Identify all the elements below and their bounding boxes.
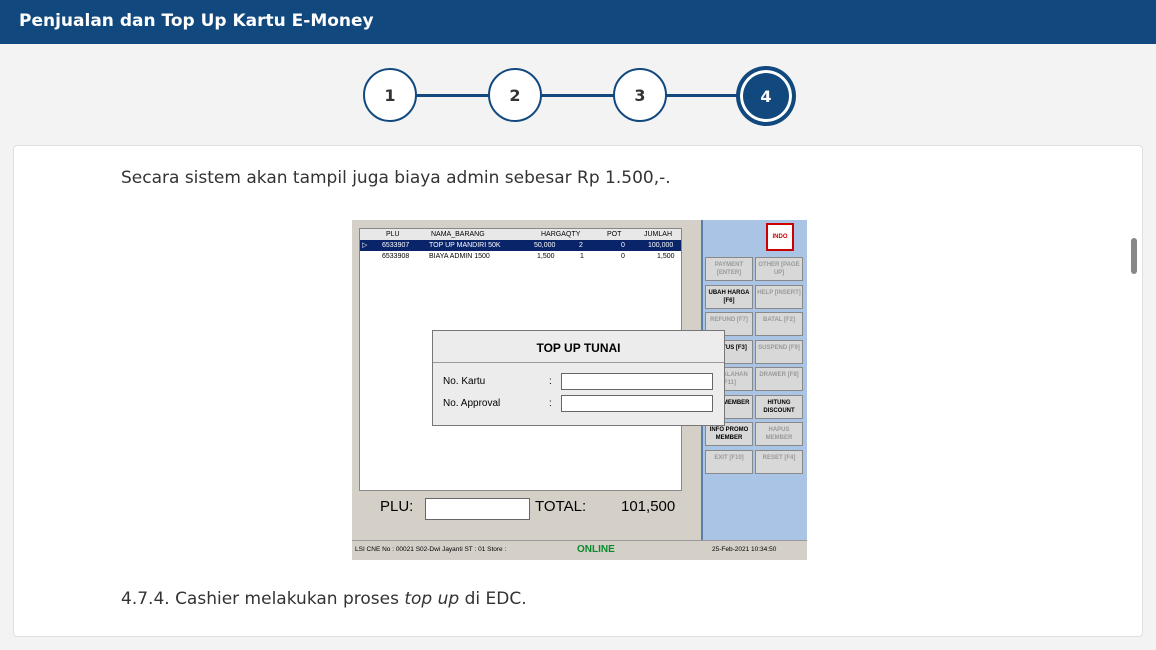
online-status: ONLINE xyxy=(577,544,615,555)
status-info: LSI CNE No : 00021 S02-Dwi Jayanti ST : … xyxy=(355,546,507,553)
col-jumlah: JUMLAH xyxy=(644,231,673,238)
step-connector xyxy=(416,94,490,97)
page-title: Penjualan dan Top Up Kartu E-Money xyxy=(19,11,374,31)
dialog-title: TOP UP TUNAI xyxy=(433,331,724,363)
status-datetime: 25-Feb-2021 10:34:50 xyxy=(712,546,777,553)
no-approval-input[interactable] xyxy=(561,395,713,412)
pos-function-button[interactable]: BATAL [F2] xyxy=(755,312,803,336)
step-1[interactable]: 1 xyxy=(363,68,417,122)
pos-function-button[interactable]: HITUNG DISCOUNT xyxy=(755,394,803,419)
pos-function-button[interactable]: RESET [F4] xyxy=(755,449,803,474)
store-logo: INDO xyxy=(766,223,794,251)
step-4-active[interactable]: 4 xyxy=(738,68,794,124)
pos-function-button[interactable]: SUSPEND [F9] xyxy=(755,339,803,364)
pos-function-button[interactable]: UBAH HARGA [F6] xyxy=(705,284,753,309)
total-value: 101,500 xyxy=(621,498,676,515)
scrollbar-thumb[interactable] xyxy=(1131,238,1137,274)
pos-function-button[interactable]: OTHER [PAGE UP] xyxy=(755,257,803,281)
page-header: Penjualan dan Top Up Kartu E-Money xyxy=(0,0,1156,44)
table-row[interactable]: 6533908 BIAYA ADMIN 1500 1,500 1 0 1,500 xyxy=(360,251,681,262)
colon: : xyxy=(549,376,552,387)
pos-function-button[interactable]: EXIT [F10] xyxy=(705,449,753,474)
pos-function-button[interactable]: HAPUS MEMBER xyxy=(755,422,803,446)
paragraph-admin-fee: Secara sistem akan tampil juga biaya adm… xyxy=(121,168,671,188)
col-nama: NAMA_BARANG xyxy=(431,231,485,238)
step-connector xyxy=(541,94,615,97)
col-plu: PLU xyxy=(386,231,400,238)
pos-function-button[interactable]: HELP [INSERT] xyxy=(755,284,803,309)
plu-input[interactable] xyxy=(425,498,530,520)
col-harga: HARGA xyxy=(541,231,566,238)
table-row[interactable]: ▷ 6533907 TOP UP MANDIRI 50K 50,000 2 0 … xyxy=(360,240,681,251)
pos-function-button[interactable]: PAYMENT [ENTER] xyxy=(705,257,753,281)
col-pot: POT xyxy=(607,231,622,238)
grid-header: PLU NAMA_BARANG HARGA QTY POT JUMLAH xyxy=(360,229,681,240)
paragraph-step-4-7-4: 4.7.4. Cashier melakukan proses top up d… xyxy=(121,589,527,609)
label-no-kartu: No. Kartu xyxy=(443,376,486,387)
step-2[interactable]: 2 xyxy=(488,68,542,122)
step-connector xyxy=(666,94,740,97)
pos-screenshot: PLU NAMA_BARANG HARGA QTY POT JUMLAH ▷ 6… xyxy=(352,220,807,560)
no-kartu-input[interactable] xyxy=(561,373,713,390)
step-3[interactable]: 3 xyxy=(613,68,667,122)
plu-label: PLU: xyxy=(380,498,414,515)
label-no-approval: No. Approval xyxy=(443,398,501,409)
total-label: TOTAL: xyxy=(535,498,587,515)
pos-function-button[interactable]: DRAWER [F8] xyxy=(755,367,803,391)
colon: : xyxy=(549,398,552,409)
top-up-dialog: TOP UP TUNAI No. Kartu : No. Approval : xyxy=(432,330,725,426)
col-qty: QTY xyxy=(566,231,581,238)
status-bar: LSI CNE No : 00021 S02-Dwi Jayanti ST : … xyxy=(352,540,807,560)
